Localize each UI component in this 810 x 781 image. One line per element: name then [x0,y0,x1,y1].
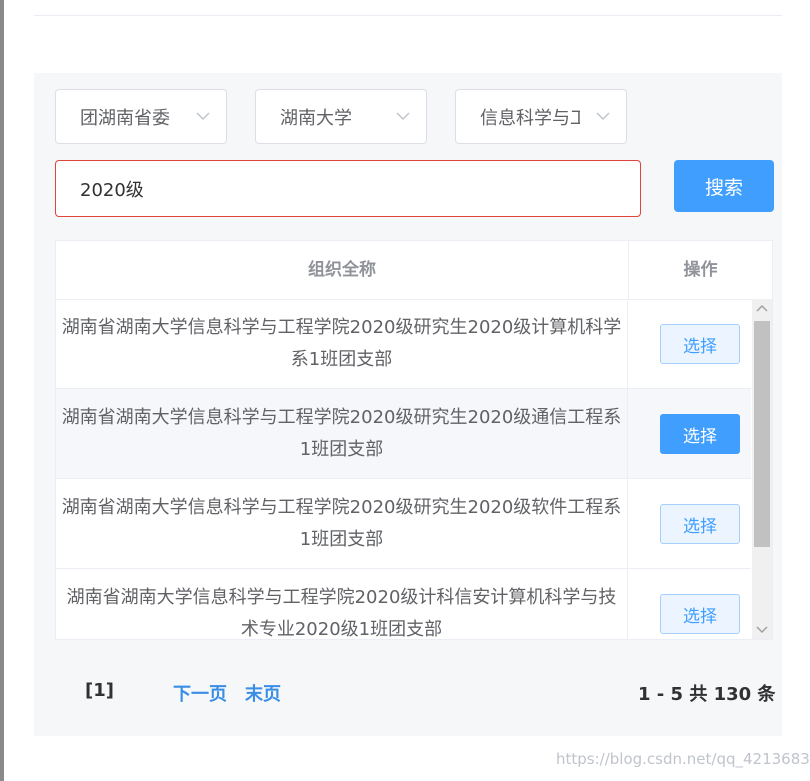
school-select-value: 湖南大学 [280,107,352,129]
current-page: [1] [85,680,114,701]
college-select[interactable]: 信息科学与工程学院 [455,89,627,144]
chevron-down-icon [396,112,410,121]
table-row: 湖南省湖南大学信息科学与工程学院2020级研究生2020级软件工程系1班团支部 … [56,479,751,569]
select-row-button[interactable]: 选择 [660,504,740,544]
chevron-down-icon [196,112,210,121]
scroll-up-arrow-icon[interactable] [752,299,772,319]
table-row: 湖南省湖南大学信息科学与工程学院2020级研究生2020级计算机科学系1班团支部… [56,299,751,389]
table-scrollbar[interactable] [752,299,772,639]
college-select-value: 信息科学与工程学院 [480,107,580,129]
search-button[interactable]: 搜索 [674,160,774,212]
action-cell: 选择 [629,389,751,478]
watermark: https://blog.csdn.net/qq_42136832 [556,750,810,768]
school-select[interactable]: 湖南大学 [255,89,427,144]
action-cell: 选择 [629,299,751,388]
last-page-link[interactable]: 末页 [245,680,281,706]
column-header-action: 操作 [683,260,718,280]
scrollbar-thumb[interactable] [754,321,770,547]
table-row: 湖南省湖南大学信息科学与工程学院2020级计科信安计算机科学与技术专业2020级… [56,569,751,639]
select-row-button[interactable]: 选择 [660,414,740,454]
org-name-cell: 湖南省湖南大学信息科学与工程学院2020级研究生2020级软件工程系1班团支部 [56,479,628,568]
search-input[interactable] [55,160,641,217]
action-cell: 选择 [629,479,751,568]
next-page-link[interactable]: 下一页 [173,680,227,706]
column-header-name: 组织全称 [56,241,629,299]
select-row-button[interactable]: 选择 [660,594,740,634]
org-name-cell: 湖南省湖南大学信息科学与工程学院2020级计科信安计算机科学与技术专业2020级… [56,569,628,639]
chevron-down-icon [596,112,610,121]
org-table: 组织全称 操作 湖南省湖南大学信息科学与工程学院2020级研究生2020级计算机… [55,240,773,640]
province-select-value: 团湖南省委 [80,107,170,129]
province-select[interactable]: 团湖南省委 [55,89,227,144]
org-name-cell: 湖南省湖南大学信息科学与工程学院2020级研究生2020级通信工程系1班团支部 [56,389,628,478]
select-row-button[interactable]: 选择 [660,324,740,364]
table-header: 组织全称 操作 [56,241,772,300]
org-name-cell: 湖南省湖南大学信息科学与工程学院2020级研究生2020级计算机科学系1班团支部 [56,299,628,388]
total-count: 1 - 5 共 130 条 [638,684,776,705]
action-cell: 选择 [629,569,751,639]
divider [34,15,782,16]
window-left-edge [0,0,4,781]
table-row: 湖南省湖南大学信息科学与工程学院2020级研究生2020级通信工程系1班团支部 … [56,389,751,479]
scroll-down-arrow-icon[interactable] [752,619,772,639]
table-body: 湖南省湖南大学信息科学与工程学院2020级研究生2020级计算机科学系1班团支部… [56,299,751,639]
